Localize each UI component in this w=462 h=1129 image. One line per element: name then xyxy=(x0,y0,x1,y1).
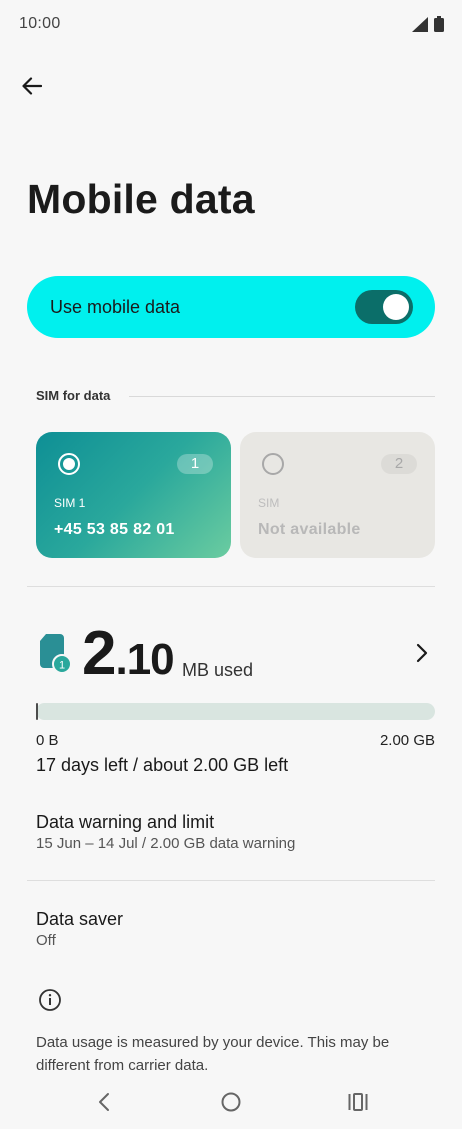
sim-card-1[interactable]: 1 SIM 1 +45 53 85 82 01 xyxy=(36,432,231,558)
switch-knob xyxy=(383,294,409,320)
status-time: 10:00 xyxy=(19,15,61,32)
data-saver-title: Data saver xyxy=(36,909,124,929)
sim-2-status: Not available xyxy=(258,521,361,538)
chevron-right-icon xyxy=(416,643,428,663)
nav-recents-button[interactable] xyxy=(344,1088,372,1116)
use-mobile-data-label: Use mobile data xyxy=(50,297,181,317)
nav-home-button[interactable] xyxy=(217,1088,245,1116)
usage-progress-bar xyxy=(36,703,435,720)
divider xyxy=(27,880,435,881)
sim-section-label: SIM for data xyxy=(36,388,111,403)
usage-progress-fill xyxy=(36,703,38,720)
nav-back-icon xyxy=(99,1093,109,1111)
battery-icon xyxy=(434,16,444,32)
navigation-bar xyxy=(0,1080,462,1129)
sim-1-name: SIM 1 xyxy=(54,496,86,510)
info-icon xyxy=(39,989,61,1011)
sim-card-icon: 1 xyxy=(40,634,72,674)
divider xyxy=(27,586,435,587)
usage-amount: 2.10 xyxy=(82,618,175,689)
info-text: Data usage is measured by your device. T… xyxy=(36,1034,390,1074)
mobile-data-switch[interactable] xyxy=(355,290,413,324)
usage-bar-max: 2.00 GB xyxy=(379,732,435,749)
sim-card-2: 2 SIM Not available xyxy=(240,432,435,558)
sim-2-name: SIM xyxy=(258,496,280,510)
usage-unit: MB used xyxy=(182,660,254,680)
nav-back-button[interactable] xyxy=(90,1088,118,1116)
section-divider xyxy=(129,396,435,397)
usage-sim-slot: 1 xyxy=(59,660,65,672)
data-saver-status: Off xyxy=(36,932,56,949)
sim-1-radio[interactable] xyxy=(58,453,80,475)
usage-amount-dec: .10 xyxy=(115,635,174,684)
nav-recents-icon xyxy=(348,1093,368,1111)
usage-remaining: 17 days left / about 2.00 GB left xyxy=(36,755,289,775)
nav-home-icon xyxy=(221,1092,241,1112)
sim-1-number: +45 53 85 82 01 xyxy=(54,521,175,538)
data-warning-subtitle: 15 Jun – 14 Jul / 2.00 GB data warning xyxy=(36,835,296,852)
sim-2-badge: 2 xyxy=(381,454,417,474)
back-button[interactable] xyxy=(16,70,48,102)
usage-bar-min: 0 B xyxy=(36,732,59,749)
arrow-left-icon xyxy=(22,77,42,95)
status-icons xyxy=(412,16,444,32)
data-warning-title: Data warning and limit xyxy=(36,812,215,832)
use-mobile-data-row[interactable]: Use mobile data xyxy=(27,276,435,338)
page-title: Mobile data xyxy=(27,176,255,222)
sim-2-radio xyxy=(262,453,284,475)
status-bar: 10:00 xyxy=(0,0,462,48)
usage-amount-int: 2 xyxy=(82,619,116,688)
signal-icon xyxy=(412,16,428,32)
sim-1-badge: 1 xyxy=(177,454,213,474)
